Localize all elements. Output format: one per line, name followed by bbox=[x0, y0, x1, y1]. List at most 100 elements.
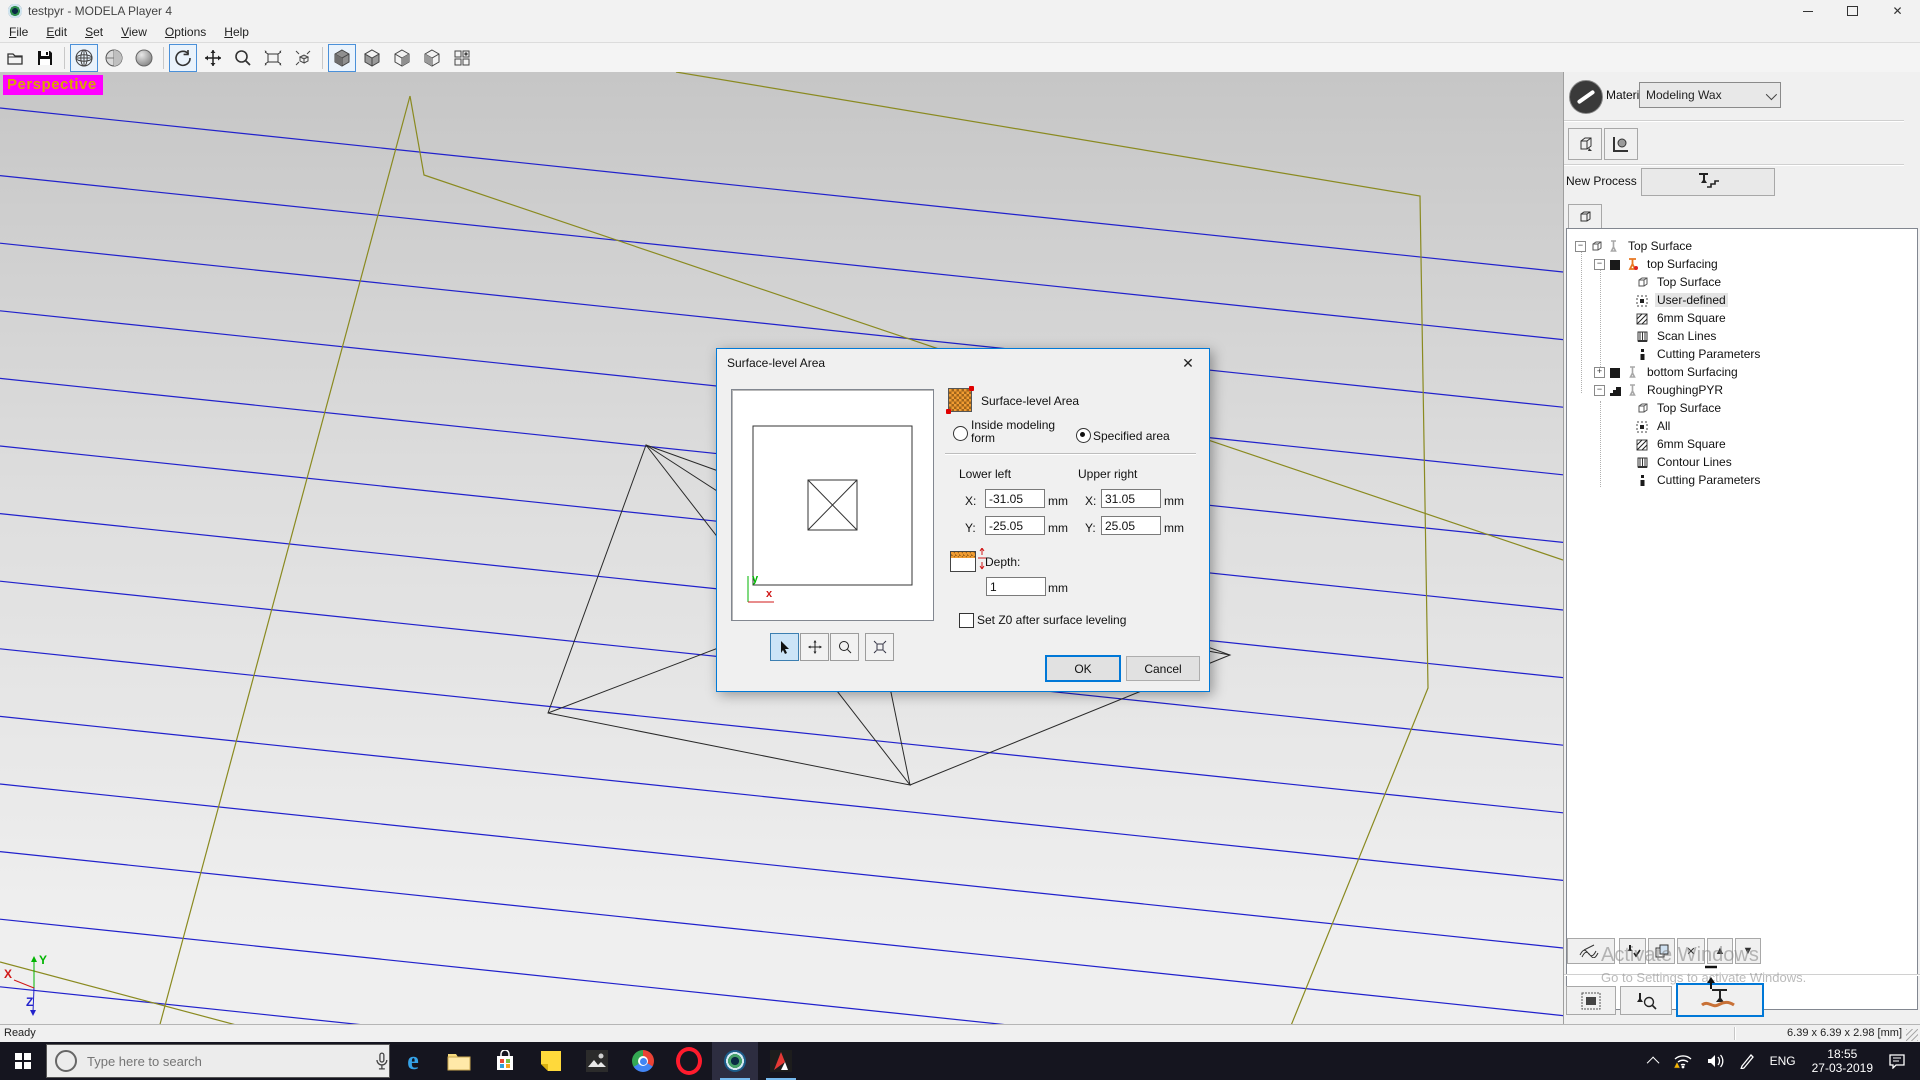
shaded-view-button[interactable] bbox=[130, 44, 158, 72]
tree-item-top-surface[interactable]: − Top Surface bbox=[1575, 237, 1917, 255]
tree-item-label[interactable]: bottom Surfacing bbox=[1645, 365, 1740, 379]
zoom-region-button[interactable] bbox=[289, 44, 317, 72]
preview-zoom-tool-button[interactable] bbox=[830, 633, 859, 661]
expand-icon[interactable]: + bbox=[1594, 367, 1605, 378]
maximize-button[interactable] bbox=[1830, 0, 1875, 22]
menu-item-file[interactable]: File bbox=[0, 23, 37, 41]
tree-item-label[interactable]: Top Surface bbox=[1655, 275, 1723, 289]
set-z0-checkbox[interactable] bbox=[959, 613, 974, 628]
tree-item-label[interactable]: top Surfacing bbox=[1645, 257, 1720, 271]
tree-item-label[interactable]: User-defined bbox=[1655, 293, 1728, 307]
action-center-icon[interactable] bbox=[1888, 1053, 1906, 1069]
taskbar-store-icon[interactable] bbox=[482, 1042, 528, 1080]
collapse-icon[interactable]: − bbox=[1575, 241, 1586, 252]
language-indicator[interactable]: ENG bbox=[1770, 1054, 1796, 1068]
collapse-icon[interactable]: − bbox=[1594, 259, 1605, 270]
depth-input[interactable] bbox=[986, 577, 1046, 596]
move-up-button[interactable]: ▲ bbox=[1707, 938, 1733, 964]
network-icon[interactable] bbox=[1673, 1053, 1693, 1069]
preview-cutting-button[interactable] bbox=[1567, 938, 1615, 964]
taskbar-photos-app-icon[interactable] bbox=[574, 1042, 620, 1080]
tree-item-label[interactable]: 6mm Square bbox=[1655, 437, 1728, 451]
menu-item-help[interactable]: Help bbox=[215, 23, 258, 41]
ll-x-input[interactable] bbox=[985, 489, 1045, 508]
tree-item-cutting-parameters[interactable]: Cutting Parameters bbox=[1632, 471, 1917, 489]
preview-select-tool-button[interactable] bbox=[770, 633, 799, 661]
move-down-button[interactable]: ▼ bbox=[1735, 938, 1761, 964]
tree-item-label[interactable]: Cutting Parameters bbox=[1655, 473, 1762, 487]
preview-pan-tool-button[interactable] bbox=[800, 633, 829, 661]
tree-item-top-surface[interactable]: Top Surface bbox=[1632, 273, 1917, 291]
inside-modeling-form-radio[interactable] bbox=[953, 426, 968, 441]
edit-process-button[interactable] bbox=[1619, 938, 1646, 964]
rotate-view-button[interactable] bbox=[169, 44, 197, 72]
ll-y-input[interactable] bbox=[985, 516, 1045, 535]
taskbar-sticky-notes-icon[interactable] bbox=[528, 1042, 574, 1080]
pen-icon[interactable] bbox=[1739, 1053, 1755, 1069]
taskbar-search[interactable] bbox=[46, 1044, 390, 1078]
tree-item-6mm-square[interactable]: 6mm Square bbox=[1632, 309, 1917, 327]
tree-item-label[interactable]: Contour Lines bbox=[1655, 455, 1734, 469]
preview-fit-tool-button[interactable] bbox=[865, 633, 894, 661]
close-button[interactable]: ✕ bbox=[1875, 0, 1920, 22]
tree-item-bottom-surfacing[interactable]: + bottom Surfacing bbox=[1594, 363, 1917, 381]
minimize-button[interactable] bbox=[1785, 0, 1830, 22]
dialog-close-icon[interactable]: ✕ bbox=[1167, 349, 1209, 377]
surface-leveling-button[interactable] bbox=[1676, 983, 1764, 1017]
ur-x-input[interactable] bbox=[1101, 489, 1161, 508]
ur-y-input[interactable] bbox=[1101, 516, 1161, 535]
wireframe-view-button[interactable] bbox=[70, 44, 98, 72]
process-tree-tab[interactable] bbox=[1568, 204, 1602, 229]
tree-item-contour-lines[interactable]: Contour Lines bbox=[1632, 453, 1917, 471]
cancel-button[interactable]: Cancel bbox=[1126, 656, 1200, 681]
taskbar-modela-player-icon[interactable] bbox=[712, 1042, 758, 1080]
search-input[interactable] bbox=[85, 1053, 335, 1070]
menu-item-view[interactable]: View bbox=[112, 23, 156, 41]
taskbar-opera-icon[interactable] bbox=[666, 1042, 712, 1080]
menu-item-edit[interactable]: Edit bbox=[37, 23, 76, 41]
view-iso-button[interactable] bbox=[328, 44, 356, 72]
tree-item-user-defined[interactable]: User-defined bbox=[1632, 291, 1917, 309]
specified-area-radio[interactable] bbox=[1076, 428, 1091, 443]
material-select[interactable]: Modeling Wax bbox=[1639, 82, 1781, 108]
taskbar-clock[interactable]: 18:55 27-03-2019 bbox=[1812, 1047, 1873, 1075]
tree-item-label[interactable]: Top Surface bbox=[1655, 401, 1723, 415]
tree-item-label[interactable]: Cutting Parameters bbox=[1655, 347, 1762, 361]
menu-item-set[interactable]: Set bbox=[76, 23, 112, 41]
fit-to-screen-button[interactable] bbox=[259, 44, 287, 72]
tree-item-label[interactable]: RoughingPYR bbox=[1645, 383, 1725, 397]
volume-icon[interactable] bbox=[1707, 1053, 1725, 1069]
taskbar-app-icon[interactable] bbox=[758, 1042, 804, 1080]
new-process-button[interactable] bbox=[1641, 168, 1775, 196]
cutting-area-button[interactable] bbox=[1566, 986, 1616, 1015]
pan-view-button[interactable] bbox=[199, 44, 227, 72]
zoom-button[interactable] bbox=[229, 44, 257, 72]
start-button[interactable] bbox=[0, 1042, 46, 1080]
tree-item-label[interactable]: Scan Lines bbox=[1655, 329, 1718, 343]
collapse-icon[interactable]: − bbox=[1594, 385, 1605, 396]
tree-item-scan-lines[interactable]: Scan Lines bbox=[1632, 327, 1917, 345]
multi-view-button[interactable] bbox=[448, 44, 476, 72]
view-front-button[interactable] bbox=[388, 44, 416, 72]
taskbar-chrome-icon[interactable] bbox=[620, 1042, 666, 1080]
tree-item-top-surfacing[interactable]: − top Surfacing bbox=[1594, 255, 1917, 273]
tree-item-label[interactable]: All bbox=[1655, 419, 1672, 433]
tree-item-cutting-parameters[interactable]: Cutting Parameters bbox=[1632, 345, 1917, 363]
material-icon[interactable] bbox=[1569, 80, 1603, 114]
model-form-button[interactable] bbox=[1568, 128, 1602, 160]
view-top-button[interactable] bbox=[358, 44, 386, 72]
delete-process-button[interactable]: ✕ bbox=[1677, 938, 1705, 964]
taskbar-edge-icon[interactable]: e bbox=[390, 1042, 436, 1080]
tree-item-roughingpyr[interactable]: − RoughingPYR bbox=[1594, 381, 1917, 399]
save-button[interactable] bbox=[31, 44, 59, 72]
tree-item-all[interactable]: All bbox=[1632, 417, 1917, 435]
area-preview[interactable]: y x bbox=[731, 389, 934, 621]
tree-item-label[interactable]: Top Surface bbox=[1626, 239, 1694, 253]
tree-item-6mm-square[interactable]: 6mm Square bbox=[1632, 435, 1917, 453]
tray-chevron-up-icon[interactable] bbox=[1650, 1057, 1659, 1066]
open-file-button[interactable] bbox=[1, 44, 29, 72]
tree-item-label[interactable]: 6mm Square bbox=[1655, 311, 1728, 325]
ok-button[interactable]: OK bbox=[1045, 655, 1121, 682]
resize-grip[interactable] bbox=[1906, 1029, 1918, 1041]
tree-item-top-surface[interactable]: Top Surface bbox=[1632, 399, 1917, 417]
